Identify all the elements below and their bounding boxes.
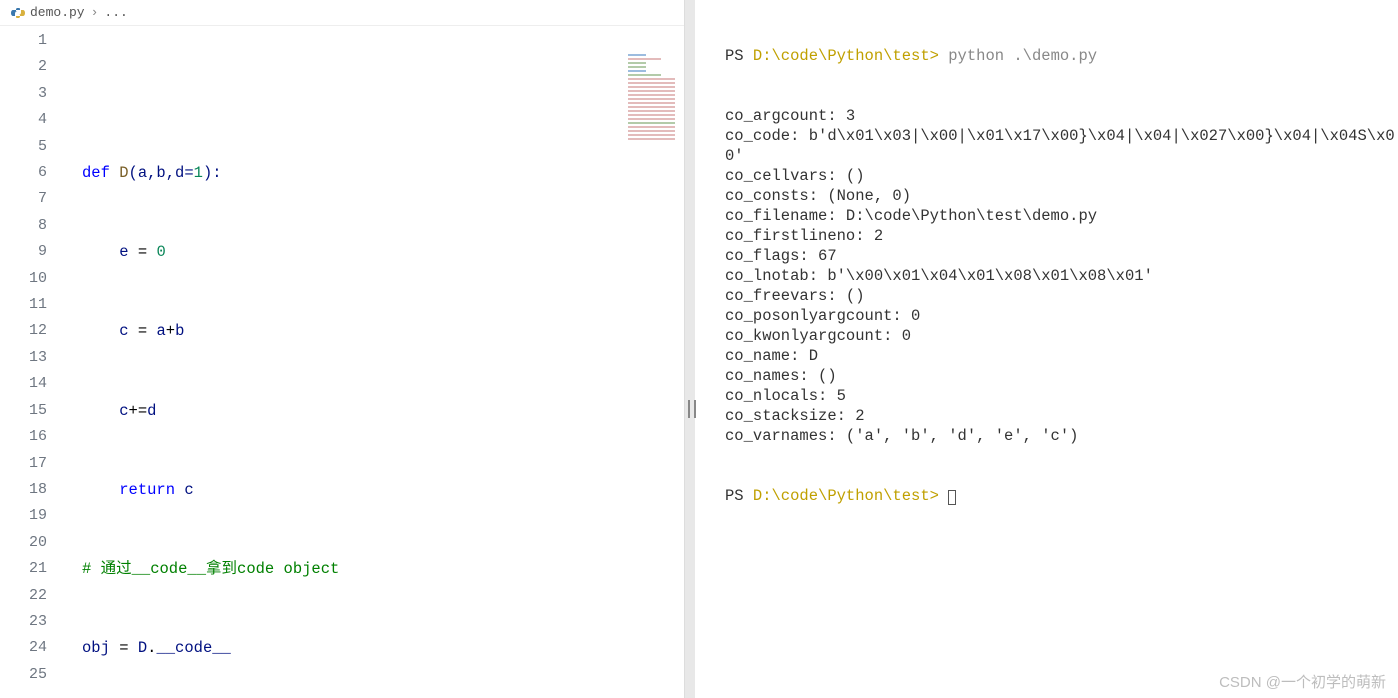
terminal-output-line: co_code: b'd\x01\x03|\x00|\x01\x17\x00}\… (725, 126, 1396, 166)
terminal-output-line: co_consts: (None, 0) (725, 186, 1396, 206)
line-number: 8 (0, 213, 47, 239)
terminal-output-line: co_lnotab: b'\x00\x01\x04\x01\x08\x01\x0… (725, 266, 1396, 286)
params-close: ): (203, 164, 222, 182)
code-line[interactable]: c = a+b (82, 318, 684, 344)
terminal-output-line: co_names: () (725, 366, 1396, 386)
code-line[interactable]: c+=d (82, 398, 684, 424)
line-number: 5 (0, 134, 47, 160)
prompt-prefix: PS (725, 47, 753, 65)
line-number: 23 (0, 609, 47, 635)
code-line[interactable]: obj = D.__code__ (82, 635, 684, 661)
line-number: 24 (0, 635, 47, 661)
terminal-output-line: co_filename: D:\code\Python\test\demo.py (725, 206, 1396, 226)
prompt-path: D:\code\Python\test> (753, 47, 948, 65)
terminal-output-line: co_argcount: 3 (725, 106, 1396, 126)
terminal-output-line: co_stacksize: 2 (725, 406, 1396, 426)
terminal-output-line: co_freevars: () (725, 286, 1396, 306)
line-number: 22 (0, 583, 47, 609)
terminal-output-line: co_varnames: ('a', 'b', 'd', 'e', 'c') (725, 426, 1396, 446)
line-number: 10 (0, 266, 47, 292)
breadcrumb-file[interactable]: demo.py (30, 5, 85, 20)
command-text: python .\demo.py (948, 47, 1097, 65)
watermark-text: CSDN @一个初学的萌新 (1219, 671, 1386, 692)
line-number: 19 (0, 503, 47, 529)
code-line[interactable]: def D(a,b,d=1): (82, 160, 684, 186)
code-line[interactable]: e = 0 (82, 239, 684, 265)
code-line[interactable] (82, 81, 684, 107)
params-open: (a,b,d= (129, 164, 194, 182)
terminal-output-line: co_name: D (725, 346, 1396, 366)
line-number: 1 (0, 28, 47, 54)
num: 1 (194, 164, 203, 182)
line-number: 13 (0, 345, 47, 371)
terminal-line: PS D:\code\Python\test> python .\demo.py (725, 46, 1396, 66)
line-number: 4 (0, 107, 47, 133)
terminal-output-line: co_posonlyargcount: 0 (725, 306, 1396, 326)
line-number: 6 (0, 160, 47, 186)
python-file-icon (10, 5, 26, 21)
minimap[interactable] (624, 52, 684, 252)
terminal-line[interactable]: PS D:\code\Python\test> (725, 486, 1396, 506)
line-number: 21 (0, 556, 47, 582)
cursor-icon (948, 490, 956, 505)
line-number: 25 (0, 662, 47, 688)
terminal-output-line: co_cellvars: () (725, 166, 1396, 186)
line-number: 2 (0, 54, 47, 80)
line-number-gutter: 1234567891011121314151617181920212223242… (0, 26, 65, 698)
line-number: 14 (0, 371, 47, 397)
fn-name: D (119, 164, 128, 182)
code-area[interactable]: 1234567891011121314151617181920212223242… (0, 26, 684, 698)
line-number: 16 (0, 424, 47, 450)
breadcrumb[interactable]: demo.py › ... (0, 0, 684, 26)
line-number: 12 (0, 318, 47, 344)
prompt-path: D:\code\Python\test> (753, 487, 948, 505)
pane-splitter[interactable] (685, 0, 695, 698)
line-number: 7 (0, 186, 47, 212)
code-line[interactable]: return c (82, 477, 684, 503)
line-number: 17 (0, 451, 47, 477)
code-content[interactable]: def D(a,b,d=1): e = 0 c = a+b c+=d retur… (82, 26, 684, 698)
prompt-prefix: PS (725, 487, 753, 505)
terminal-output-line: co_firstlineno: 2 (725, 226, 1396, 246)
terminal-output: co_argcount: 3co_code: b'd\x01\x03|\x00|… (725, 106, 1396, 446)
terminal-output-line: co_kwonlyargcount: 0 (725, 326, 1396, 346)
code-comment[interactable]: # 通过__code__拿到code object (82, 556, 684, 582)
line-number: 11 (0, 292, 47, 318)
breadcrumb-more[interactable]: ... (104, 5, 127, 20)
line-number: 3 (0, 81, 47, 107)
editor-pane[interactable]: demo.py › ... 12345678910111213141516171… (0, 0, 685, 698)
terminal-pane[interactable]: PS D:\code\Python\test> python .\demo.py… (695, 0, 1398, 698)
terminal-output-line: co_flags: 67 (725, 246, 1396, 266)
line-number: 20 (0, 530, 47, 556)
line-number: 15 (0, 398, 47, 424)
terminal-output-line: co_nlocals: 5 (725, 386, 1396, 406)
chevron-right-icon: › (91, 5, 99, 20)
line-number: 9 (0, 239, 47, 265)
kw-def: def (82, 164, 119, 182)
line-number: 18 (0, 477, 47, 503)
